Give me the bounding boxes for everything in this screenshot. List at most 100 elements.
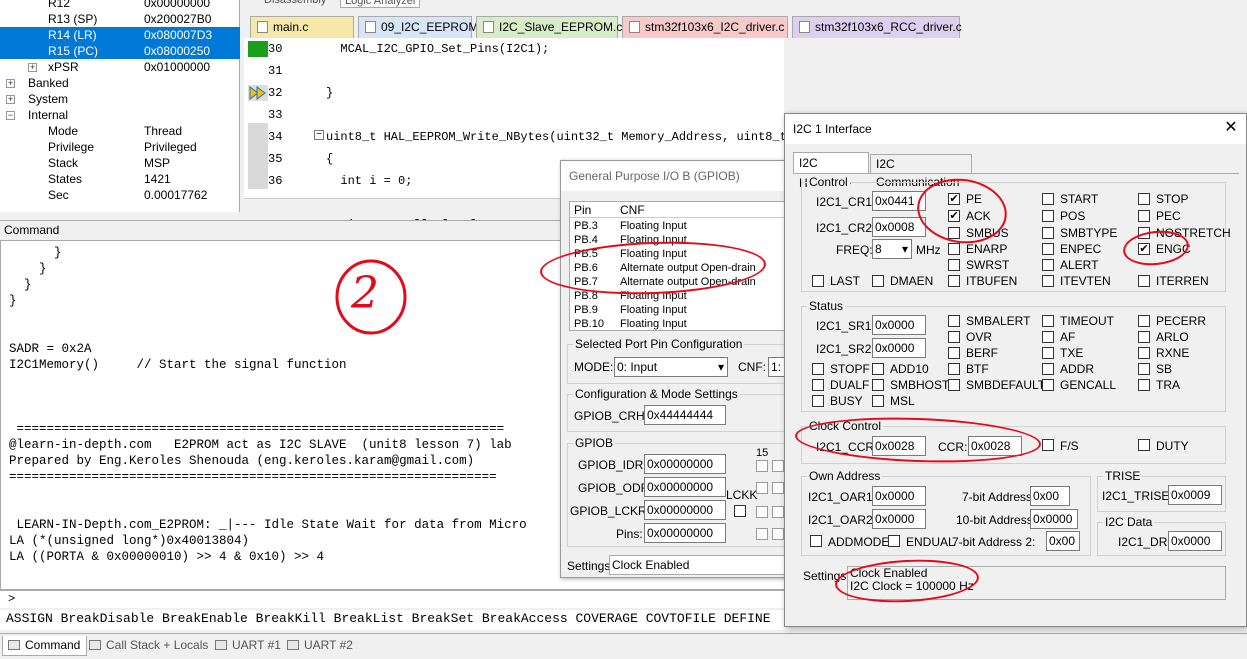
checkbox-af[interactable]	[1042, 331, 1054, 343]
fold-toggle-icon[interactable]: −	[314, 130, 324, 140]
checkbox-smbtype[interactable]	[1042, 227, 1054, 239]
sr2-field[interactable]: 0x0000	[872, 338, 926, 358]
register-row[interactable]: Stack MSP	[0, 155, 240, 171]
editor-tab[interactable]: stm32f103x6_RCC_driver.c	[792, 16, 962, 38]
lckk-checkbox[interactable]	[734, 505, 746, 517]
bottom-tab[interactable]: Call Stack + Locals	[84, 636, 214, 656]
tab-logic-analyzer[interactable]: Logic Analyzer	[340, 0, 420, 8]
register-row[interactable]: R13 (SP) 0x200027B0	[0, 11, 240, 27]
bottom-tab[interactable]: Command	[2, 636, 88, 656]
sr1-field[interactable]: 0x0000	[872, 315, 926, 335]
checkbox-smbalert[interactable]	[948, 315, 960, 327]
checkbox-arlo[interactable]	[1138, 331, 1150, 343]
checkbox-enpec[interactable]	[1042, 243, 1054, 255]
checkbox-pecerr[interactable]	[1138, 315, 1150, 327]
lckr-field[interactable]: 0x00000000	[644, 500, 726, 520]
bit-checkbox[interactable]	[756, 482, 768, 494]
tab-i2c-hardware[interactable]: I2C Hardware	[793, 152, 869, 190]
idr-field[interactable]: 0x00000000	[644, 454, 726, 474]
expand-toggle-icon[interactable]: +	[6, 95, 15, 104]
checkbox-busy[interactable]	[812, 395, 824, 407]
checkbox-tra[interactable]	[1138, 379, 1150, 391]
endual-checkbox[interactable]	[888, 535, 900, 547]
odr-field[interactable]: 0x00000000	[644, 477, 726, 497]
editor-tab[interactable]: stm32f103x6_I2C_driver.c	[622, 16, 788, 38]
register-row[interactable]: + xPSR 0x01000000	[0, 59, 240, 75]
fs-checkbox[interactable]	[1042, 439, 1054, 451]
checkbox-swrst[interactable]	[948, 259, 960, 271]
checkbox-smbhost[interactable]	[872, 379, 884, 391]
expand-toggle-icon[interactable]: +	[28, 63, 37, 72]
addmode-checkbox[interactable]	[810, 535, 822, 547]
bit-checkbox[interactable]	[756, 506, 768, 518]
register-row[interactable]: Privilege Privileged	[0, 139, 240, 155]
checkbox-smbdefault[interactable]	[948, 379, 960, 391]
pins-field[interactable]: 0x00000000	[644, 523, 726, 543]
checkbox-iterren[interactable]	[1138, 275, 1150, 287]
checkbox-pos[interactable]	[1042, 210, 1054, 222]
checkbox-add10[interactable]	[872, 363, 884, 375]
pin-name[interactable]: PB.3	[574, 219, 598, 233]
checkbox-berf[interactable]	[948, 347, 960, 359]
checkbox-alert[interactable]	[1042, 259, 1054, 271]
checkbox-gencall[interactable]	[1042, 379, 1054, 391]
checkbox-itbufen[interactable]	[948, 275, 960, 287]
register-row[interactable]: States 1421	[0, 171, 240, 187]
checkbox-rxne[interactable]	[1138, 347, 1150, 359]
expand-toggle-icon[interactable]: −	[6, 111, 15, 120]
bit-checkbox[interactable]	[756, 528, 768, 540]
checkbox-ovr[interactable]	[948, 331, 960, 343]
tab-i2c-communication[interactable]: I2C Communication	[870, 154, 972, 189]
bit-checkbox[interactable]	[772, 460, 784, 472]
register-row[interactable]: + System	[0, 91, 240, 107]
checkbox-stop[interactable]	[1138, 193, 1150, 205]
register-row[interactable]: R14 (LR) 0x080007D3	[0, 27, 240, 43]
editor-tab[interactable]: 09_I2C_EEPROM.c	[358, 16, 488, 38]
pin-name[interactable]: PB.9	[574, 303, 598, 317]
mode-select[interactable]: 0: Input ▾	[614, 357, 728, 377]
bit-checkbox[interactable]	[772, 528, 784, 540]
bit-checkbox[interactable]	[772, 506, 784, 518]
checkbox-txe[interactable]	[1042, 347, 1054, 359]
bit-checkbox[interactable]	[772, 482, 784, 494]
pin-name[interactable]: PB.4	[574, 233, 598, 247]
duty-checkbox[interactable]	[1138, 439, 1150, 451]
checkbox-addr[interactable]	[1042, 363, 1054, 375]
register-row[interactable]: + Banked	[0, 75, 240, 91]
checkbox-btf[interactable]	[948, 363, 960, 375]
register-row[interactable]: Mode Thread	[0, 123, 240, 139]
oar2-field[interactable]: 0x0000	[872, 509, 926, 529]
checkbox-timeout[interactable]	[1042, 315, 1054, 327]
freq-select[interactable]: 8 ▾	[872, 239, 912, 259]
checkbox-start[interactable]	[1042, 193, 1054, 205]
checkbox-last[interactable]	[812, 275, 824, 287]
bit-checkbox[interactable]	[756, 460, 768, 472]
register-row[interactable]: Sec 0.00017762	[0, 187, 240, 203]
register-row[interactable]: R12 0x00000000	[0, 0, 240, 11]
tab-disassembly[interactable]: Disassembly	[264, 0, 344, 8]
pin-name[interactable]: PB.10	[574, 317, 604, 331]
dr-field[interactable]: 0x0000	[1168, 531, 1222, 551]
crh-field[interactable]: 0x44444444	[644, 405, 726, 425]
pin-cnf[interactable]: Floating Input	[620, 219, 687, 233]
expand-toggle-icon[interactable]: +	[6, 79, 15, 88]
register-row[interactable]: R15 (PC) 0x08000250	[0, 43, 240, 59]
addr7-field[interactable]: 0x00	[1030, 486, 1070, 506]
checkbox-dualf[interactable]	[812, 379, 824, 391]
cr2-field[interactable]: 0x0008	[872, 217, 926, 237]
addr72-field[interactable]: 0x00	[1046, 531, 1080, 551]
checkbox-dmaen[interactable]	[872, 275, 884, 287]
pin-cnf[interactable]: Floating Input	[620, 303, 687, 317]
bottom-tab[interactable]: UART #2	[282, 636, 359, 656]
addr10-field[interactable]: 0x0000	[1030, 509, 1078, 529]
register-row[interactable]: − Internal	[0, 107, 240, 123]
trise-field[interactable]: 0x0009	[1168, 485, 1222, 505]
close-icon[interactable]: ✕	[1223, 120, 1239, 136]
checkbox-pec[interactable]	[1138, 210, 1150, 222]
checkbox-sb[interactable]	[1138, 363, 1150, 375]
bottom-tab[interactable]: UART #1	[210, 636, 287, 656]
editor-tab[interactable]: I2C_Slave_EEPROM.c	[476, 16, 622, 38]
checkbox-stopf[interactable]	[812, 363, 824, 375]
oar1-field[interactable]: 0x0000	[872, 486, 926, 506]
pin-cnf[interactable]: Floating Input	[620, 317, 687, 331]
